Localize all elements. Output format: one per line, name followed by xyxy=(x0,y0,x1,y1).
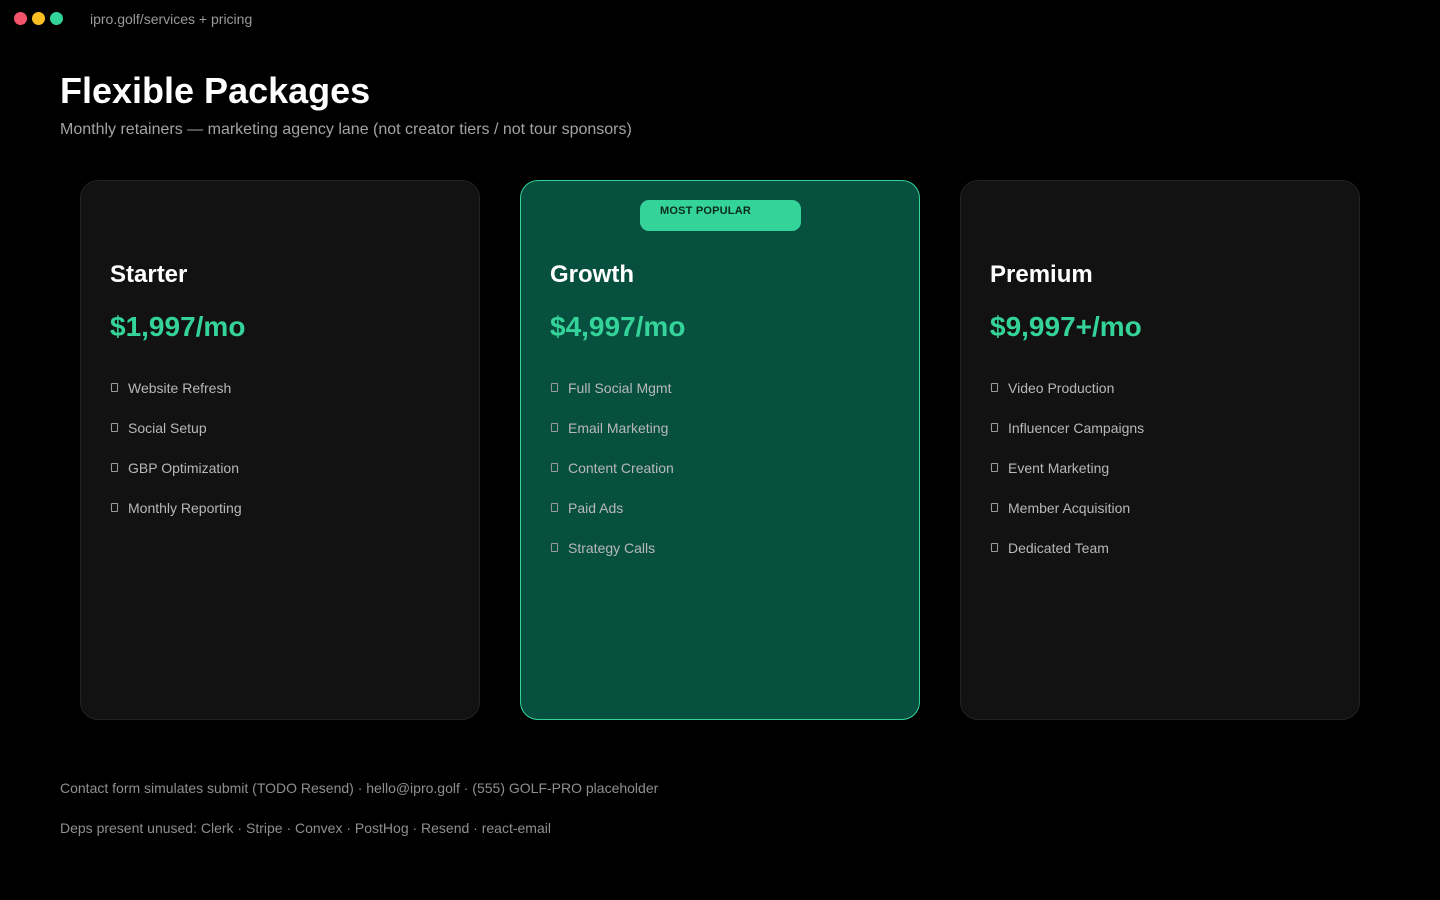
most-popular-badge: MOST POPULAR xyxy=(640,200,801,231)
feature-label: Full Social Mgmt xyxy=(568,380,672,396)
check-box-icon xyxy=(551,383,558,392)
feature-label: Paid Ads xyxy=(568,500,624,516)
check-box-icon xyxy=(551,463,558,472)
feature-label: GBP Optimization xyxy=(128,460,240,476)
feature-item: Member Acquisition xyxy=(990,499,1144,539)
check-box-icon xyxy=(111,423,118,432)
feature-label: Email Marketing xyxy=(568,420,669,436)
feature-item: Strategy Calls xyxy=(550,539,674,579)
close-window-button[interactable] xyxy=(14,12,27,25)
check-box-icon xyxy=(111,503,118,512)
feature-item: Full Social Mgmt xyxy=(550,379,674,419)
feature-list: Full Social Mgmt Email Marketing Content… xyxy=(550,379,674,579)
check-box-icon xyxy=(991,543,998,552)
page-title: Flexible Packages xyxy=(60,70,371,111)
check-box-icon xyxy=(111,463,118,472)
feature-item: Video Production xyxy=(990,379,1144,419)
feature-item: Paid Ads xyxy=(550,499,674,539)
plan-name: Starter xyxy=(110,261,188,288)
check-box-icon xyxy=(991,423,998,432)
feature-item: GBP Optimization xyxy=(110,459,242,499)
plan-price: $9,997+/mo xyxy=(990,311,1142,342)
check-box-icon xyxy=(991,463,998,472)
feature-label: Social Setup xyxy=(128,420,207,436)
check-box-icon xyxy=(991,383,998,392)
check-box-icon xyxy=(551,503,558,512)
feature-item: Email Marketing xyxy=(550,419,674,459)
plan-card-starter[interactable]: Starter $1,997/mo Website Refresh Social… xyxy=(80,180,480,720)
feature-label: Dedicated Team xyxy=(1008,540,1109,556)
feature-item: Event Marketing xyxy=(990,459,1144,499)
feature-label: Strategy Calls xyxy=(568,540,656,556)
check-box-icon xyxy=(991,503,998,512)
feature-item: Social Setup xyxy=(110,419,242,459)
check-box-icon xyxy=(551,423,558,432)
feature-label: Influencer Campaigns xyxy=(1008,420,1145,436)
feature-label: Monthly Reporting xyxy=(128,500,242,516)
badge-label: MOST POPULAR xyxy=(660,205,752,217)
feature-list: Video Production Influencer Campaigns Ev… xyxy=(990,379,1144,579)
maximize-window-button[interactable] xyxy=(50,12,63,25)
feature-item: Influencer Campaigns xyxy=(990,419,1144,459)
plan-name: Premium xyxy=(990,261,1093,288)
feature-label: Website Refresh xyxy=(128,380,232,396)
plan-price: $1,997/mo xyxy=(110,311,246,342)
check-box-icon xyxy=(111,383,118,392)
url-label: ipro.golf/services + pricing xyxy=(90,11,253,27)
minimize-window-button[interactable] xyxy=(32,12,45,25)
feature-label: Content Creation xyxy=(568,460,674,476)
plan-card-growth[interactable]: MOST POPULAR Growth $4,997/mo Full Socia… xyxy=(520,180,920,720)
browser-titlebar: ipro.golf/services + pricing xyxy=(0,0,1440,38)
feature-list: Website Refresh Social Setup GBP Optimiz… xyxy=(110,379,242,539)
footer-deps-note: Deps present unused: Clerk · Stripe · Co… xyxy=(60,820,551,836)
feature-item: Dedicated Team xyxy=(990,539,1144,579)
plan-name: Growth xyxy=(550,261,634,288)
feature-item: Monthly Reporting xyxy=(110,499,242,539)
feature-label: Member Acquisition xyxy=(1008,500,1131,516)
feature-item: Website Refresh xyxy=(110,379,242,419)
footer-contact-note: Contact form simulates submit (TODO Rese… xyxy=(60,780,659,796)
feature-label: Event Marketing xyxy=(1008,460,1110,476)
feature-label: Video Production xyxy=(1008,380,1115,396)
check-box-icon xyxy=(551,543,558,552)
page-subtitle: Monthly retainers — marketing agency lan… xyxy=(60,121,632,138)
plan-price: $4,997/mo xyxy=(550,311,686,342)
plan-card-premium[interactable]: Premium $9,997+/mo Video Production Infl… xyxy=(960,180,1360,720)
feature-item: Content Creation xyxy=(550,459,674,499)
